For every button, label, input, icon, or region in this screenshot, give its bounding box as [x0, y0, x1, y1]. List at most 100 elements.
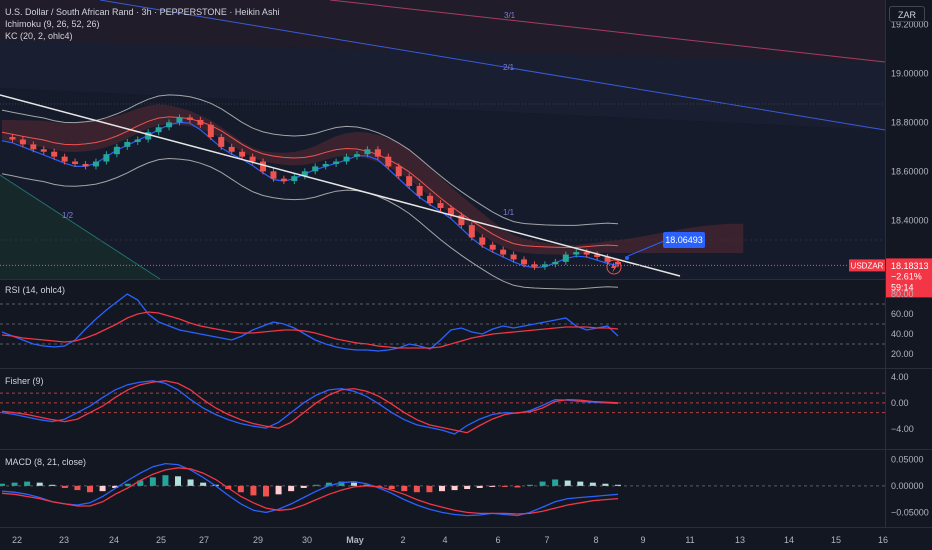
- time-tick: 4: [442, 535, 447, 545]
- macd-histogram-bar: [200, 482, 207, 486]
- candle-body: [61, 156, 68, 162]
- currency-button[interactable]: ZAR: [889, 6, 925, 22]
- symbol-title[interactable]: U.S. Dollar / South African Rand · 3h · …: [5, 6, 279, 18]
- time-tick: 24: [109, 535, 119, 545]
- candle-body: [51, 151, 58, 157]
- macd-histogram-bar: [564, 480, 571, 486]
- macd-histogram-bar: [589, 482, 596, 486]
- target-dot: [625, 256, 629, 260]
- candle-body: [92, 161, 99, 167]
- candle-body: [385, 156, 392, 167]
- macd-histogram-bar: [11, 482, 18, 486]
- candle-body: [437, 203, 444, 209]
- price-tick: 19.00000: [891, 68, 929, 78]
- macd-histogram-bar: [74, 485, 81, 491]
- candle-body: [291, 176, 298, 182]
- time-tick: 22: [12, 535, 22, 545]
- rsi-tick: 60.00: [891, 309, 914, 319]
- fib-label: 1/1: [503, 208, 515, 217]
- main-legend: U.S. Dollar / South African Rand · 3h · …: [5, 6, 279, 42]
- macd-histogram-bar: [615, 484, 621, 486]
- macd-histogram-bar: [87, 485, 93, 493]
- candle-body: [489, 244, 496, 250]
- macd-histogram-bar: [187, 479, 194, 486]
- macd-histogram-bar: [61, 485, 68, 488]
- price-tick: 18.80000: [891, 117, 929, 127]
- macd-histogram-bar: [149, 477, 156, 486]
- fib-label: 3/1: [504, 11, 516, 20]
- macd-histogram-bar: [36, 482, 43, 486]
- candle-body: [9, 137, 16, 140]
- macd-histogram-bar: [162, 475, 169, 486]
- macd-histogram-bar: [552, 479, 559, 486]
- price-tick: 18.40000: [891, 215, 929, 225]
- low-price-label: 18.18313: [891, 261, 929, 271]
- macd-histogram-bar: [577, 481, 584, 486]
- symbol-tag: USDZAR: [851, 261, 884, 270]
- macd-histogram-bar: [263, 485, 269, 497]
- fisher-tick: 4.00: [891, 372, 909, 382]
- rsi-pane-title[interactable]: RSI (14, ohlc4): [5, 285, 65, 295]
- ichimoku-legend[interactable]: Ichimoku (9, 26, 52, 26): [5, 18, 279, 30]
- fisher-tick: −4.00: [891, 424, 914, 434]
- candle-body: [322, 163, 329, 167]
- macd-tick: 0.05000: [891, 454, 924, 464]
- macd-histogram-bar: [0, 483, 5, 486]
- candle-body: [166, 122, 173, 128]
- time-tick: 6: [495, 535, 500, 545]
- candle-body: [353, 154, 360, 157]
- macd-histogram-bar: [49, 484, 56, 486]
- candle-body: [124, 141, 131, 147]
- chart-canvas[interactable]: 3/12/11/2 1/1 18.06493 19.2000019.0000018…: [0, 0, 932, 550]
- candle-body: [103, 154, 110, 162]
- macd-histogram-bar: [489, 485, 496, 487]
- candle-body: [134, 139, 141, 142]
- keltner-legend[interactable]: KC (20, 2, ohlc4): [5, 30, 279, 42]
- macd-histogram-bar: [401, 485, 408, 492]
- macd-histogram-bar: [99, 485, 106, 492]
- rsi-tick: 80.00: [891, 289, 914, 299]
- candle-body: [562, 254, 569, 262]
- candle-body: [270, 171, 277, 179]
- time-tick: 27: [199, 535, 209, 545]
- time-tick: 9: [640, 535, 645, 545]
- macd-histogram-bar: [527, 484, 533, 486]
- candle-body: [374, 149, 381, 157]
- candle-body: [260, 161, 267, 172]
- candle-body: [541, 264, 548, 267]
- candle-body: [312, 166, 319, 172]
- candle-body: [406, 176, 413, 186]
- candle-body: [186, 117, 193, 120]
- time-tick: 11: [685, 535, 694, 545]
- time-tick: 13: [735, 535, 745, 545]
- macd-histogram-bar: [413, 485, 420, 493]
- time-tick: May: [346, 535, 364, 545]
- macd-histogram-bar: [388, 485, 395, 490]
- macd-pane-title[interactable]: MACD (8, 21, close): [5, 457, 86, 467]
- macd-histogram-bar: [451, 485, 458, 491]
- candle-body: [510, 254, 517, 260]
- macd-histogram-bar: [539, 481, 546, 486]
- fisher-tick: 0.00: [891, 398, 909, 408]
- target-price-label: 18.06493: [665, 235, 703, 245]
- macd-histogram-bar: [175, 476, 181, 486]
- candle-body: [395, 166, 402, 177]
- candle-body: [573, 252, 580, 255]
- candle-body: [72, 161, 79, 164]
- fisher-pane-title[interactable]: Fisher (9): [5, 376, 44, 386]
- candle-body: [416, 186, 423, 196]
- time-tick: 25: [156, 535, 166, 545]
- fib-label: 1/2: [62, 211, 74, 220]
- candle-body: [343, 156, 350, 162]
- macd-histogram-bar: [464, 485, 471, 490]
- fib-label: 2/1: [503, 63, 515, 72]
- macd-histogram-bar: [288, 485, 295, 492]
- macd-histogram-bar: [313, 484, 320, 486]
- macd-histogram-bar: [124, 483, 131, 486]
- candle-body: [228, 146, 235, 152]
- candle-body: [197, 119, 204, 125]
- macd-histogram-bar: [250, 485, 257, 496]
- macd-histogram-bar: [275, 485, 282, 495]
- time-tick: 7: [544, 535, 549, 545]
- macd-histogram-bar: [351, 482, 357, 486]
